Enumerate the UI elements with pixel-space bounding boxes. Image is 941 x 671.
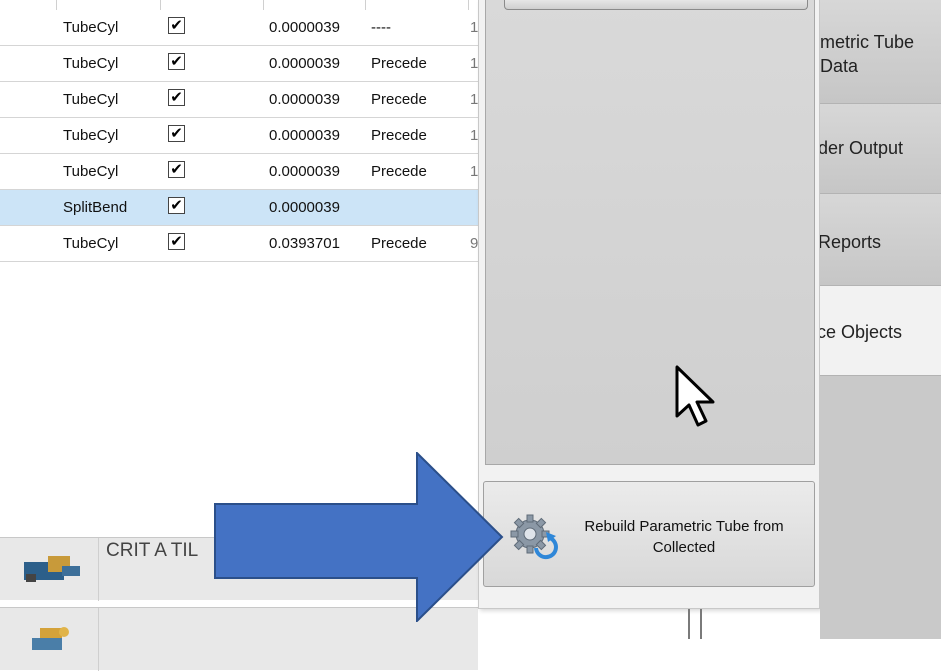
value-cell: 0.0000039: [269, 19, 340, 36]
type-cell: TubeCyl: [63, 235, 119, 252]
mode-cell: Precede: [371, 55, 427, 72]
extra-cell: 1: [470, 55, 478, 72]
sidebar-item-label: der Output: [820, 138, 904, 158]
enabled-cell: ✔: [161, 46, 261, 81]
table-row[interactable]: TubeCyl ✔ 0.0000039 Precede 1: [0, 46, 478, 82]
extra-cell: 1: [470, 163, 478, 180]
type-cell: TubeCyl: [63, 163, 119, 180]
value-cell: 0.0000039: [269, 91, 340, 108]
mode-cell: [367, 190, 467, 225]
value-cell: 0.0393701: [269, 235, 340, 252]
sidebar-item-reports[interactable]: Reports: [820, 194, 941, 286]
enabled-cell: ✔: [161, 10, 261, 45]
table-row[interactable]: TubeCyl ✔ 0.0000039 ---- 1: [0, 10, 478, 46]
type-cell: TubeCyl: [63, 127, 119, 144]
value-cell: 0.0000039: [269, 55, 340, 72]
parts-grid: TubeCyl ✔ 0.0000039 ---- 1 TubeCyl ✔ 0.0…: [0, 0, 478, 262]
table-row[interactable]: TubeCyl ✔ 0.0000039 Precede 1: [0, 82, 478, 118]
sidebar-item-reference-objects[interactable]: ce Objects: [820, 286, 941, 376]
mode-cell: Precede: [371, 163, 427, 180]
enabled-checkbox[interactable]: ✔: [168, 233, 185, 250]
extra-cell: 1: [470, 91, 478, 108]
rebuild-button-label: Rebuild Parametric Tube from Collected: [584, 518, 784, 556]
type-cell: SplitBend: [63, 199, 128, 216]
enabled-cell: ✔: [161, 226, 261, 261]
model-thumbnail-icon: [24, 556, 80, 582]
extra-cell: 1: [470, 19, 478, 36]
dropdown-panel: Rebuild Parametric Tube from Collected: [478, 0, 820, 609]
value-cell: 0.0000039: [269, 127, 340, 144]
sidebar-item-builder-output[interactable]: der Output: [820, 104, 941, 194]
type-cell: TubeCyl: [63, 19, 119, 36]
table-row[interactable]: TubeCyl ✔ 0.0000039 Precede 1: [0, 154, 478, 190]
table-row-selected[interactable]: SplitBend ✔ 0.0000039: [0, 190, 478, 226]
splitter-handle[interactable]: [688, 609, 702, 639]
extra-cell: [468, 190, 478, 225]
enabled-checkbox[interactable]: ✔: [168, 197, 185, 214]
panel-top-button[interactable]: [504, 0, 808, 10]
sidebar-item-parametric-tube-data[interactable]: metric Tube Data: [820, 0, 941, 104]
sidebar-item-label: ce Objects: [820, 322, 903, 342]
enabled-checkbox[interactable]: ✔: [168, 89, 185, 106]
callout-arrow-icon: [214, 452, 504, 622]
extra-cell: 1: [470, 127, 478, 144]
dropdown-content-area: [485, 0, 815, 465]
list-divider: [98, 608, 99, 671]
list-item-label: CRIT A TIL: [106, 540, 199, 556]
enabled-cell: ✔: [161, 82, 261, 117]
enabled-checkbox[interactable]: ✔: [168, 125, 185, 142]
enabled-cell: ✔: [161, 118, 261, 153]
mode-cell: Precede: [371, 235, 427, 252]
mouse-cursor-icon: [675, 365, 715, 427]
sidebar-item-label: metric Tube Data: [820, 32, 915, 76]
type-cell: TubeCyl: [63, 55, 119, 72]
gear-refresh-icon: [510, 514, 558, 560]
mode-cell: ----: [371, 19, 391, 36]
mode-cell: Precede: [371, 91, 427, 108]
table-row[interactable]: TubeCyl ✔ 0.0393701 Precede 9: [0, 226, 478, 262]
list-divider: [98, 538, 99, 601]
enabled-checkbox[interactable]: ✔: [168, 17, 185, 34]
enabled-cell: ✔: [161, 190, 261, 225]
type-cell: TubeCyl: [63, 91, 119, 108]
mode-cell: Precede: [371, 127, 427, 144]
enabled-checkbox[interactable]: ✔: [168, 161, 185, 178]
model-thumbnail-icon: [32, 627, 69, 650]
enabled-cell: ✔: [161, 154, 261, 189]
enabled-checkbox[interactable]: ✔: [168, 53, 185, 70]
sidebar-item-label: Reports: [820, 232, 882, 252]
ribbon-sidebar: metric Tube Data der Output Reports ce O…: [820, 0, 941, 639]
value-cell: 0.0000039: [269, 163, 340, 180]
value-cell: 0.0000039: [269, 199, 340, 216]
table-row[interactable]: TubeCyl ✔ 0.0000039 Precede 1: [0, 118, 478, 154]
rebuild-parametric-tube-button[interactable]: Rebuild Parametric Tube from Collected: [483, 481, 815, 587]
extra-cell: 9: [470, 235, 478, 252]
